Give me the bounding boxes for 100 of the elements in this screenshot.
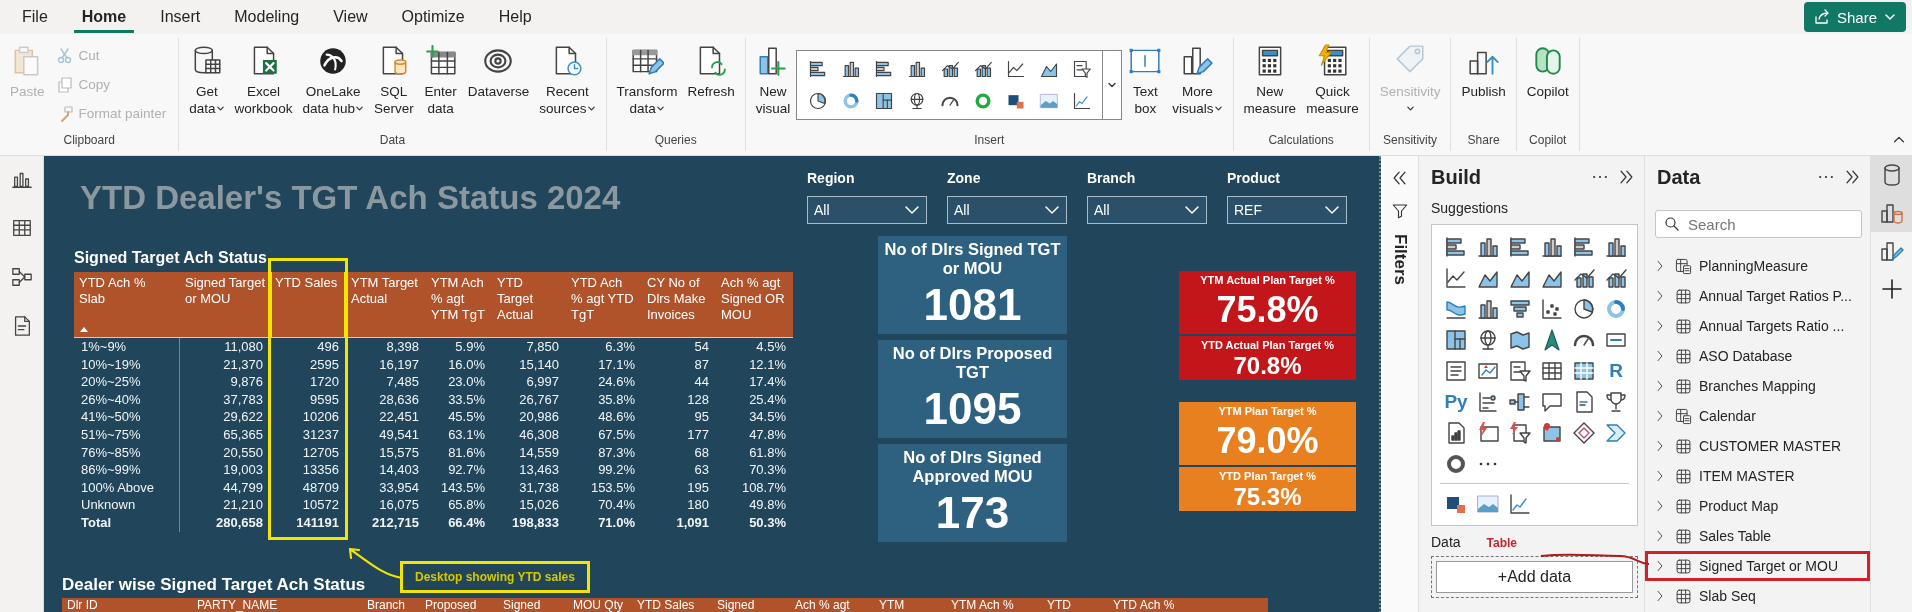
slicer-icon[interactable] — [1071, 59, 1092, 79]
ribbon-button[interactable]: Excel workbook — [230, 38, 297, 117]
ribbon-button[interactable]: Refresh — [683, 38, 739, 100]
slicer-dropdown[interactable]: REF — [1227, 196, 1347, 224]
ribbon-button[interactable]: SQL Server — [369, 38, 418, 117]
menu-tab[interactable]: Optimize — [393, 1, 473, 33]
lightning-filter-icon[interactable] — [1508, 420, 1532, 445]
data-table-item[interactable]: Branches Mapping — [1645, 371, 1870, 401]
data-table-item[interactable]: Slab Seq — [1645, 581, 1870, 611]
line-chart-icon[interactable] — [1444, 265, 1468, 290]
column-chart-icon[interactable] — [840, 59, 861, 79]
data-table-item[interactable]: Annual Target Ratios P... — [1645, 281, 1870, 311]
caret-icon[interactable] — [1107, 80, 1118, 90]
pane-switch-button[interactable] — [1871, 194, 1912, 232]
column-header[interactable]: YTD Ach % — [1108, 598, 1188, 612]
add-data-button[interactable]: +Add data — [1436, 561, 1633, 593]
bar-chart-icon[interactable] — [1572, 234, 1596, 259]
ribbon-button[interactable]: Get data — [185, 38, 229, 117]
data-table-item[interactable]: Signed Target or MOU — [1645, 551, 1870, 581]
table-icon[interactable] — [10, 217, 33, 239]
column-header[interactable]: Branch — [362, 598, 420, 612]
column-header[interactable]: YTM Target Actual — [351, 275, 421, 307]
scatter-chart-icon[interactable] — [1540, 296, 1564, 321]
line-chart-icon[interactable] — [1005, 59, 1026, 79]
column-header[interactable]: YTD Sales — [632, 598, 712, 612]
data-table-item[interactable]: CUSTOMER MASTER — [1645, 431, 1870, 461]
ribbon-button[interactable]: Publish — [1457, 38, 1510, 100]
column-chart-icon[interactable] — [906, 59, 927, 79]
column-header[interactable]: Ach % agt — [790, 598, 874, 612]
trend-line-icon[interactable] — [1508, 491, 1532, 516]
table-cell-text: 26,767 — [518, 390, 560, 409]
diamond-icon[interactable] — [1572, 420, 1596, 445]
ribbon-button[interactable]: Quick measure — [1302, 38, 1363, 117]
filters-pane-label[interactable]: Filters — [1389, 234, 1410, 286]
data-table-item[interactable]: PlanningMeasure — [1645, 251, 1870, 281]
column-header[interactable]: YTD Ach % agt YTD TgT — [571, 275, 637, 323]
column-header[interactable]: Proposed — [420, 598, 498, 612]
data-table-item[interactable]: ASO Database — [1645, 341, 1870, 371]
data-table-item[interactable]: Sales Table — [1645, 521, 1870, 551]
column-header[interactable]: MOU Qty — [568, 598, 632, 612]
data-table-item[interactable]: Calendar — [1645, 401, 1870, 431]
pane-switch-button[interactable] — [1871, 156, 1912, 194]
column-header[interactable]: PARTY_NAME — [192, 598, 362, 612]
column-header[interactable]: Signed — [712, 598, 790, 612]
column-header[interactable]: YTM Ach % — [946, 598, 1042, 612]
column-header[interactable]: Signed — [498, 598, 568, 612]
menu-tab[interactable]: Help — [490, 1, 540, 33]
bar-chart-icon[interactable] — [807, 59, 828, 79]
ribbon-button[interactable]: Transform data — [612, 38, 682, 117]
ribbon-button[interactable]: Copilot — [1522, 38, 1573, 100]
model-icon[interactable] — [10, 266, 33, 288]
menu-tab[interactable]: Insert — [152, 1, 209, 33]
column-header[interactable]: YTM — [874, 598, 946, 612]
column-header[interactable]: YTD Sales — [275, 275, 341, 291]
pie-chart-icon[interactable] — [1572, 296, 1596, 321]
visual-letter[interactable]: Py — [1444, 390, 1468, 413]
ribbon-button[interactable]: More visuals — [1168, 38, 1227, 117]
data-table-item[interactable]: Annual Targets Ratio ... — [1645, 311, 1870, 341]
treemap-icon[interactable] — [1444, 327, 1468, 352]
combo-chart-icon[interactable] — [939, 59, 960, 79]
slicer-dropdown[interactable]: All — [1087, 196, 1207, 224]
column-header[interactable]: YTM Ach % agt YTM TgT — [431, 275, 487, 323]
lightning-card-icon[interactable] — [1476, 420, 1500, 445]
menu-tab[interactable]: View — [325, 1, 376, 33]
visual-letter[interactable]: R — [1609, 359, 1623, 382]
column-header[interactable]: YTD Ach % Slab — [79, 275, 175, 307]
treemap-icon[interactable] — [873, 91, 894, 111]
image-icon[interactable] — [1038, 91, 1059, 111]
bar-chart-icon[interactable] — [1444, 234, 1468, 259]
menu-tab[interactable]: File — [14, 1, 56, 33]
share-button[interactable]: Share — [1803, 2, 1906, 32]
combo-chart-icon[interactable] — [972, 59, 993, 79]
column-header[interactable]: YTD — [1042, 598, 1108, 612]
ribbon-button[interactable]: Text box — [1124, 38, 1167, 117]
multi-row-card-icon[interactable] — [1444, 358, 1468, 383]
data-table-item[interactable]: ITEM MASTER — [1645, 461, 1870, 491]
column-header[interactable]: CY No of Dlrs Make Invoices — [647, 275, 711, 323]
map-pin-icon[interactable] — [1540, 420, 1564, 445]
ribbon-button[interactable]: New measure — [1239, 38, 1301, 117]
pie-chart-icon[interactable] — [807, 91, 828, 111]
trend-line-icon[interactable] — [1071, 91, 1092, 111]
ribbon-button[interactable]: Dataverse — [463, 38, 534, 100]
ribbon-button[interactable]: New visual — [751, 38, 795, 117]
column-header[interactable]: Signed Target or MOU — [185, 275, 265, 307]
ribbon-button[interactable]: OneLake data hub — [298, 38, 368, 117]
slicer-icon[interactable] — [1508, 358, 1532, 383]
search-field[interactable]: Search — [1655, 210, 1862, 238]
bar-chart-icon[interactable] — [873, 59, 894, 79]
column-header[interactable]: Ach % agt Signed OR MOU — [721, 275, 788, 323]
key-influencers-icon[interactable] — [1476, 389, 1500, 414]
ribbon-button[interactable]: Enter data — [419, 38, 462, 117]
column-header[interactable]: Dlr ID — [62, 598, 192, 612]
slicer-dropdown[interactable]: All — [807, 196, 927, 224]
menu-tab[interactable]: Modeling — [226, 1, 308, 33]
ribbon-button[interactable]: Recent sources — [535, 38, 600, 117]
trophy-icon[interactable] — [1604, 389, 1628, 414]
data-table-item[interactable]: Product Map — [1645, 491, 1870, 521]
bar-chart-icon[interactable] — [1508, 234, 1532, 259]
column-header[interactable]: YTD Target Actual — [497, 275, 561, 323]
slicer-dropdown[interactable]: All — [947, 196, 1067, 224]
